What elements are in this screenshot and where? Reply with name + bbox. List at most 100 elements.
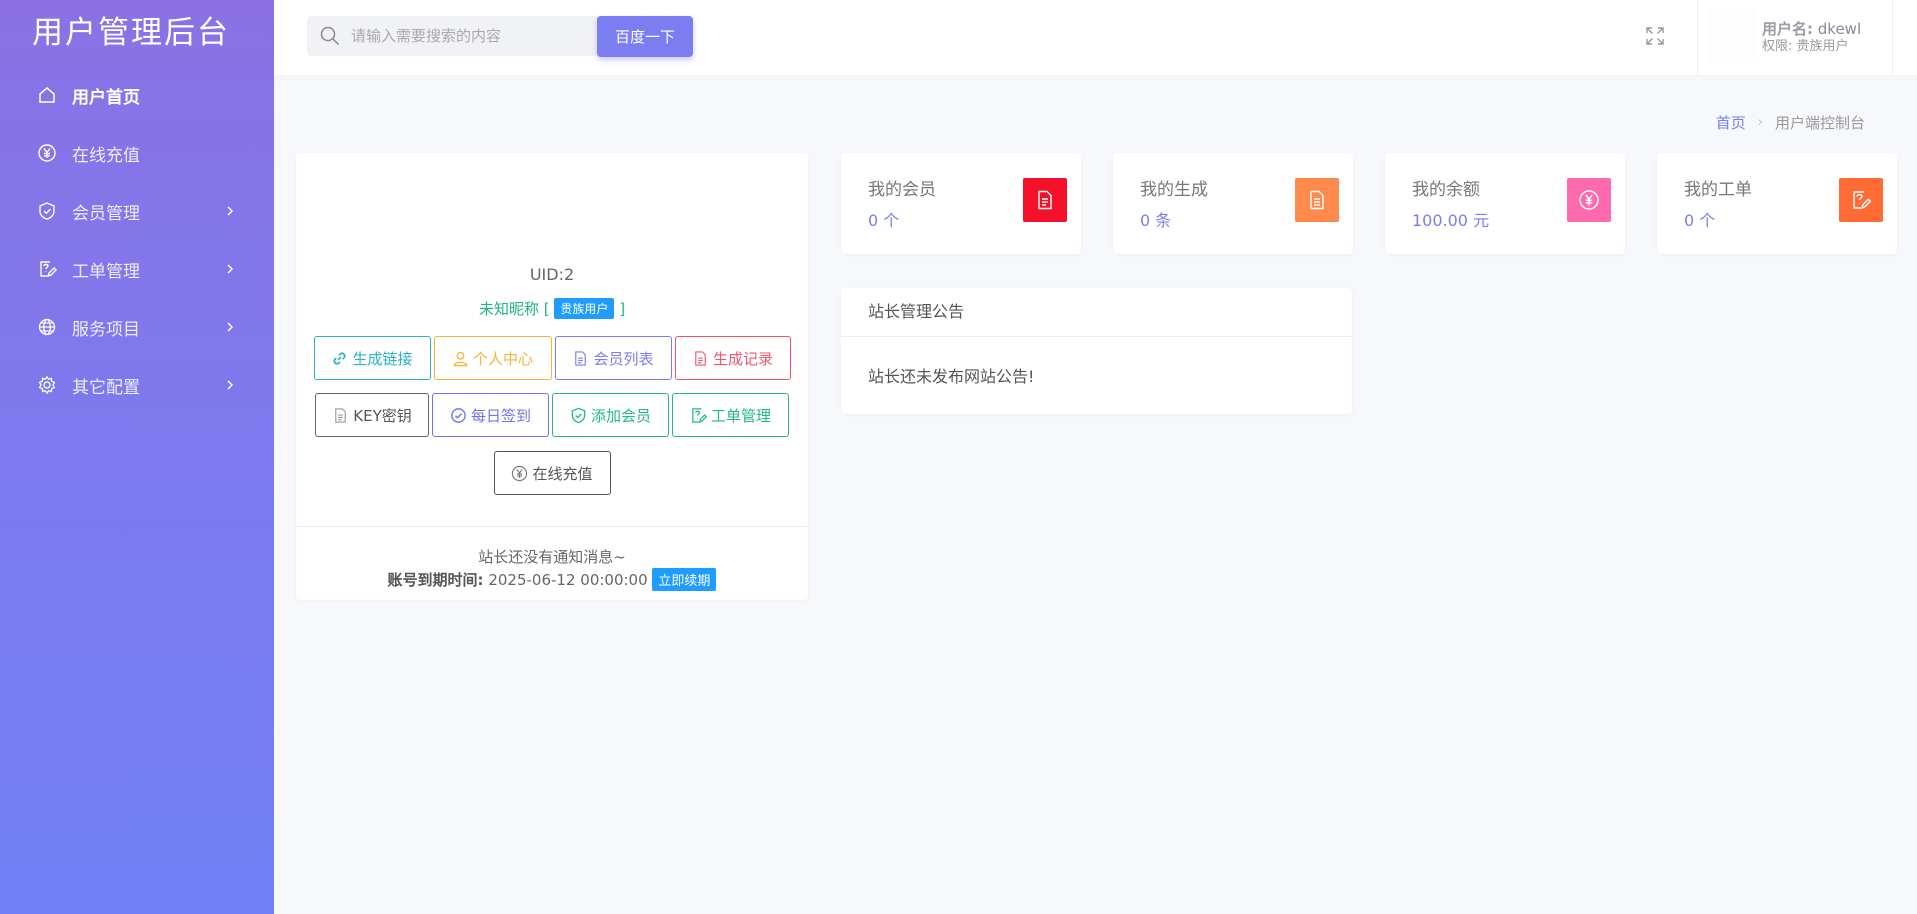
- stat-card-generated[interactable]: 我的生成 0 条: [1113, 153, 1353, 254]
- stat-card-members[interactable]: 我的会员 0 个: [841, 153, 1081, 254]
- sidebar-item-settings[interactable]: 其它配置: [0, 356, 274, 414]
- user-permission: 权限: 贵族用户: [1762, 39, 1849, 54]
- yen-icon: [1567, 178, 1611, 222]
- shield-icon: [36, 200, 58, 222]
- user-panel[interactable]: 用户名: dkewl 权限: 贵族用户: [1697, 0, 1893, 75]
- quick-actions-row-3: 在线充值: [296, 451, 808, 495]
- sidebar-item-label: 用户首页: [72, 87, 140, 108]
- announcement-body: 站长还未发布网站公告!: [868, 367, 1035, 386]
- stat-title: 我的工单: [1684, 180, 1752, 200]
- online-recharge-button[interactable]: 在线充值: [493, 451, 611, 495]
- top-header: 百度一下 用户名: dkewl 权限: 贵族用户: [274, 0, 1917, 75]
- sidebar-item-label: 会员管理: [72, 203, 140, 224]
- stat-value: 0 个: [868, 211, 900, 230]
- stat-value: 0 个: [1684, 211, 1716, 230]
- gear-icon: [36, 374, 58, 396]
- sidebar-item-label: 工单管理: [72, 261, 140, 282]
- daily-checkin-button[interactable]: 每日签到: [432, 393, 549, 437]
- button-label: 工单管理: [710, 406, 771, 425]
- home-icon: [36, 84, 58, 106]
- generate-link-button[interactable]: 生成链接: [313, 336, 431, 380]
- vip-badge: 贵族用户: [554, 298, 615, 319]
- button-label: 个人中心: [472, 349, 533, 368]
- stat-card-balance[interactable]: 我的余额 100.00 元: [1385, 153, 1625, 254]
- user-icon: [453, 351, 468, 366]
- personal-center-button[interactable]: 个人中心: [433, 336, 552, 380]
- expire-label: 账号到期时间:: [387, 571, 484, 589]
- announcement-panel: 站长管理公告 站长还未发布网站公告!: [841, 288, 1352, 414]
- button-label: KEY密钥: [353, 406, 412, 425]
- stat-title: 我的余额: [1412, 180, 1480, 200]
- announcement-title: 站长管理公告: [841, 288, 1352, 337]
- sidebar-item-services[interactable]: 服务项目: [0, 298, 274, 356]
- expire-value: 2025-06-12 00:00:00: [488, 571, 648, 589]
- link-icon: [333, 351, 347, 365]
- check-circle-icon: [451, 407, 466, 423]
- nickname-line: 未知昵称 [ 贵族用户 ]: [296, 298, 808, 319]
- button-label: 会员列表: [593, 349, 654, 368]
- sidebar-item-label: 在线充值: [72, 145, 140, 166]
- button-label: 生成链接: [352, 349, 413, 368]
- expire-line: 账号到期时间: 2025-06-12 00:00:00 立即续期: [296, 568, 808, 591]
- sidebar-item-members[interactable]: 会员管理: [0, 182, 274, 240]
- button-label: 生成记录: [712, 349, 773, 368]
- stat-value: 100.00 元: [1412, 211, 1490, 230]
- doc-icon: [695, 350, 706, 366]
- stat-value: 0 条: [1140, 211, 1172, 230]
- notice-message: 站长还没有通知消息~: [478, 548, 626, 566]
- breadcrumb-separator-icon: ›: [1757, 115, 1763, 130]
- list-doc-icon: [1295, 178, 1339, 222]
- button-label: 添加会员: [590, 406, 651, 425]
- nickname: 未知昵称: [478, 300, 539, 318]
- profile-avatar: [486, 153, 616, 253]
- sidebar-item-label: 服务项目: [72, 319, 140, 340]
- quick-actions-row-1: 生成链接 个人中心 会员列表 生成记录: [296, 336, 808, 380]
- breadcrumb-home[interactable]: 首页: [1716, 112, 1746, 133]
- stat-title: 我的生成: [1140, 180, 1208, 200]
- ticket-edit-icon: [36, 258, 58, 280]
- doc-icon: [1023, 178, 1067, 222]
- bracket-open: [: [543, 300, 550, 318]
- bracket-close: ]: [619, 300, 626, 318]
- member-list-button[interactable]: 会员列表: [554, 336, 672, 380]
- ticket-manage-button[interactable]: 工单管理: [672, 393, 789, 437]
- doc-icon: [335, 407, 347, 423]
- sidebar-nav: 用户首页 在线充值 会员管理 工单管理 服务项目 其它配置: [0, 66, 274, 414]
- sidebar: 用户管理后台 用户首页 在线充值 会员管理 工单管理 服务项目 其它配置: [0, 0, 274, 914]
- profile-card: UID:2 未知昵称 [ 贵族用户 ] 生成链接 个人中心 会员列表 生成记录 …: [296, 153, 808, 600]
- brand-title: 用户管理后台: [32, 15, 230, 51]
- search-box: 百度一下: [307, 16, 693, 57]
- shield-icon: [571, 407, 586, 423]
- ticket-edit-icon: [692, 407, 707, 423]
- generate-record-button[interactable]: 生成记录: [674, 336, 791, 380]
- breadcrumb-current: 用户端控制台: [1774, 114, 1865, 132]
- search-button[interactable]: 百度一下: [597, 16, 693, 57]
- breadcrumb: 首页 › 用户端控制台: [1716, 112, 1865, 133]
- sidebar-item-recharge[interactable]: 在线充值: [0, 124, 274, 182]
- search-input[interactable]: [351, 27, 551, 45]
- yen-icon: [512, 465, 528, 481]
- add-member-button[interactable]: 添加会员: [552, 393, 669, 437]
- ticket-edit-icon: [1839, 178, 1883, 222]
- user-uid: UID:2: [529, 265, 575, 284]
- stat-card-tickets[interactable]: 我的工单 0 个: [1657, 153, 1897, 254]
- renew-button[interactable]: 立即续期: [652, 568, 717, 591]
- stat-title: 我的会员: [868, 180, 936, 200]
- fullscreen-icon[interactable]: [1644, 25, 1666, 47]
- yen-icon: [36, 142, 58, 164]
- card-divider: [296, 526, 808, 527]
- chevron-right-icon: [227, 322, 234, 332]
- sidebar-item-label: 其它配置: [72, 377, 140, 398]
- search-icon: [320, 26, 340, 46]
- button-label: 在线充值: [532, 464, 593, 483]
- sidebar-item-tickets[interactable]: 工单管理: [0, 240, 274, 298]
- globe-icon: [36, 316, 58, 338]
- key-button[interactable]: KEY密钥: [315, 393, 429, 437]
- button-label: 每日签到: [470, 406, 531, 425]
- chevron-right-icon: [227, 264, 234, 274]
- quick-actions-row-2: KEY密钥 每日签到 添加会员 工单管理: [296, 393, 808, 437]
- avatar[interactable]: [1708, 8, 1754, 62]
- chevron-right-icon: [227, 206, 234, 216]
- chevron-right-icon: [227, 380, 234, 390]
- sidebar-item-home[interactable]: 用户首页: [0, 66, 274, 124]
